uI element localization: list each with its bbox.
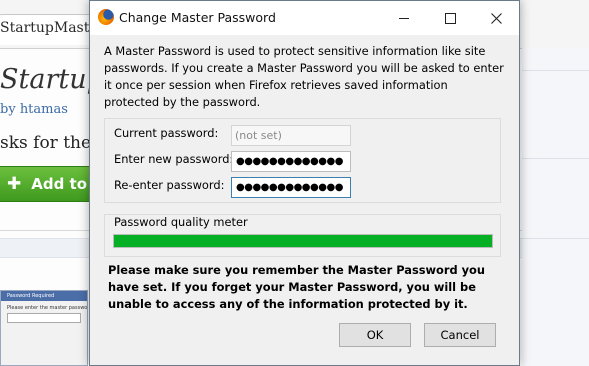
warning-text: Please make sure you remember the Master…: [108, 263, 485, 311]
screenshot-thumbnail[interactable]: Password Required Please enter the maste…: [0, 290, 88, 366]
background-right-panel: [522, 48, 589, 366]
addon-author: by htamas: [0, 102, 68, 117]
thumbnail-field: [7, 313, 81, 323]
reenter-password-label: Re-enter password:: [114, 178, 225, 192]
maximize-icon: [444, 12, 456, 24]
ok-button[interactable]: OK: [339, 323, 411, 347]
cancel-button[interactable]: Cancel: [424, 323, 496, 347]
thumbnail-titlebar: Password Required: [1, 291, 87, 301]
change-master-password-dialog: Change Master Password A Master Password…: [89, 0, 520, 366]
new-password-label: Enter new password:: [114, 152, 234, 166]
author-prefix: by: [0, 102, 20, 117]
plus-icon: ✚: [7, 174, 22, 194]
quality-meter-fill: [114, 235, 492, 247]
dialog-title: Change Master Password: [119, 10, 276, 25]
current-password-label: Current password:: [114, 126, 219, 140]
new-password-field[interactable]: ●●●●●●●●●●●●●: [231, 151, 351, 172]
author-link[interactable]: htamas: [20, 102, 68, 117]
current-password-field: (not set): [231, 125, 351, 146]
quality-meter: [113, 234, 493, 248]
reenter-password-field[interactable]: ●●●●●●●●●●●●●: [231, 177, 351, 198]
quality-meter-label: Password quality meter: [114, 215, 248, 229]
thumbnail-text: Please enter the master password: [7, 305, 88, 311]
dialog-titlebar[interactable]: Change Master Password: [90, 1, 519, 35]
maximize-button[interactable]: [427, 1, 473, 35]
close-icon: [490, 12, 502, 24]
minimize-button[interactable]: [381, 1, 427, 35]
intro-text: A Master Password is used to protect sen…: [104, 44, 504, 109]
firefox-icon: [98, 9, 114, 25]
minimize-icon: [399, 17, 409, 19]
close-button[interactable]: [473, 1, 519, 35]
